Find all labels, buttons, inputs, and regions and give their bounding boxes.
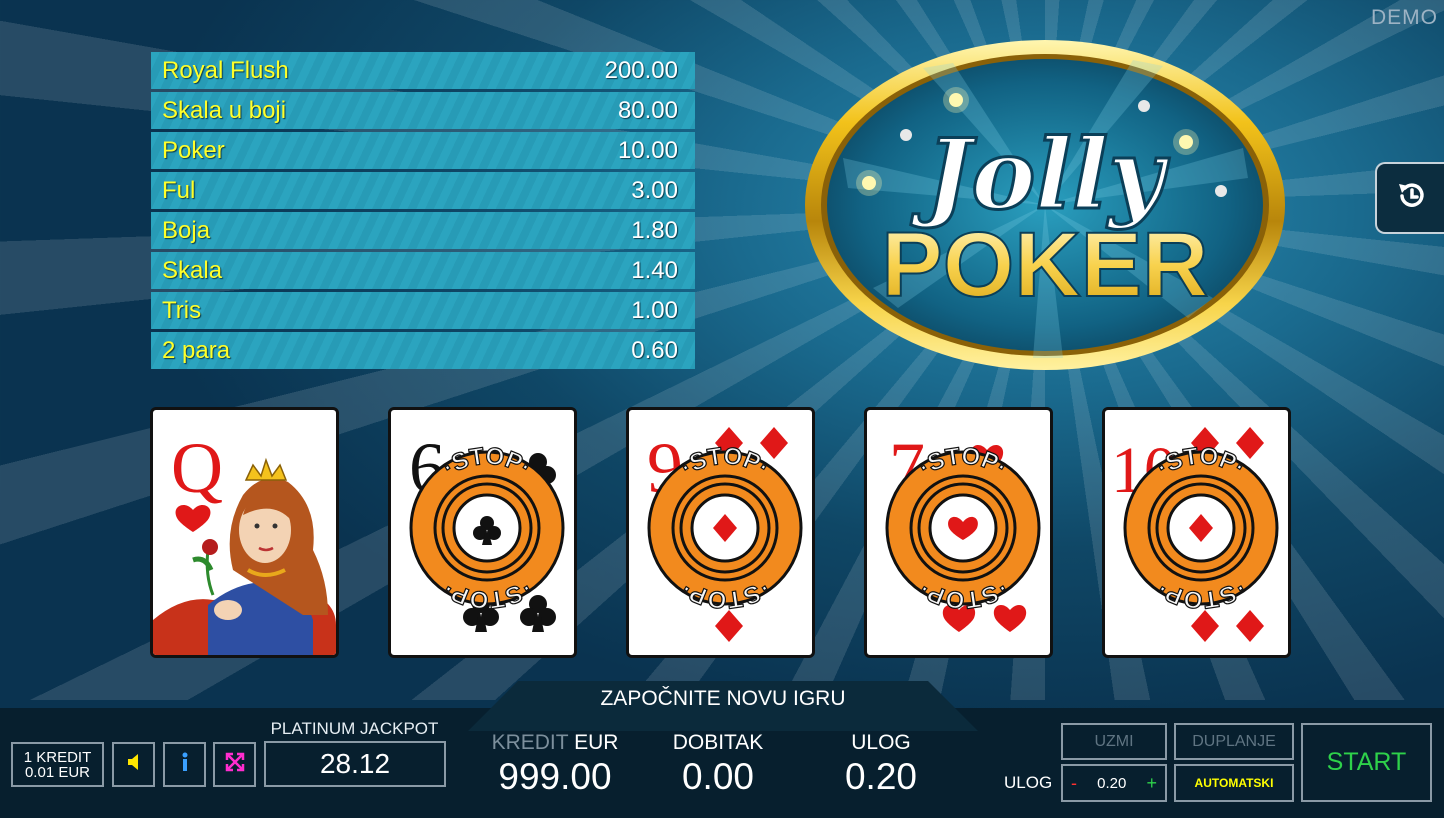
hand-name: Skala: [162, 256, 223, 284]
bet-stepper-label: ULOG: [1004, 773, 1053, 792]
hand-payout: 1.80: [631, 216, 678, 244]
paytable-row: Ful 3.00: [151, 172, 695, 209]
hand-payout: 80.00: [617, 96, 678, 124]
ulog-value: 0.20: [844, 756, 917, 797]
sound-button[interactable]: [112, 742, 155, 787]
info-button[interactable]: [163, 742, 206, 787]
duplanje-button[interactable]: DUPLANJE: [1174, 723, 1294, 760]
hand-name: Boja: [162, 216, 211, 244]
demo-label: DEMO: [1371, 6, 1438, 29]
uzmi-button[interactable]: UZMI: [1061, 723, 1167, 760]
ulog-label: ULOG: [851, 731, 911, 754]
hand-name: Skala u boji: [162, 96, 287, 124]
paytable-row: Poker 10.00: [151, 132, 695, 169]
paytable-row: Skala 1.40: [151, 252, 695, 289]
paytable-row: Skala u boji 80.00: [151, 92, 695, 129]
dobitak-label: DOBITAK: [672, 731, 764, 754]
kredit-currency: EUR: [574, 731, 619, 754]
jackpot-label: PLATINUM JACKPOT: [270, 719, 439, 738]
kredit-label: KREDIT EUR: [480, 731, 630, 755]
hand-name: Tris: [162, 296, 202, 324]
hand-payout: 1.00: [631, 296, 678, 324]
paytable-row: 2 para 0.60: [151, 332, 695, 369]
hand-name: Royal Flush: [162, 56, 289, 84]
autoplay-button[interactable]: AUTOMATSKI: [1174, 764, 1294, 802]
jolly-poker-logo: Jolly POKER: [803, 38, 1287, 372]
hand-payout: 3.00: [631, 176, 678, 204]
info-icon: [180, 752, 190, 777]
card-5[interactable]: 10 ·STOP· ·STOP·: [1102, 407, 1291, 658]
bet-increase-button[interactable]: +: [1146, 773, 1157, 794]
paytable-row: Royal Flush 200.00: [151, 52, 695, 89]
paytable: Royal Flush 200.00 Skala u boji 80.00 Poke…: [151, 52, 695, 372]
card-3[interactable]: 9 ·STOP· ·STOP·: [626, 407, 815, 658]
hand-name: Ful: [162, 176, 196, 204]
hand-payout: 1.40: [631, 256, 678, 284]
hand-payout: 200.00: [604, 56, 678, 84]
hand-payout: 0.60: [631, 336, 678, 364]
card-2[interactable]: 6 ·STOP· ·STOP·: [388, 407, 577, 658]
jackpot-value: 28.12: [264, 741, 446, 787]
credit-denomination[interactable]: 1 KREDIT 0.01 EUR: [11, 742, 104, 787]
expand-icon: [224, 751, 246, 778]
start-button[interactable]: START: [1301, 723, 1432, 802]
credit-line-2: 0.01 EUR: [24, 764, 91, 781]
card-1[interactable]: Q: [150, 407, 339, 658]
speaker-icon: [126, 753, 142, 776]
hand-name: Poker: [162, 136, 225, 164]
bet-decrease-button[interactable]: -: [1071, 773, 1077, 794]
card-4[interactable]: 7 ·STOP· ·STOP·: [864, 407, 1053, 658]
hand-payout: 10.00: [617, 136, 678, 164]
card-rank: Q: [171, 428, 223, 508]
paytable-row: Boja 1.80: [151, 212, 695, 249]
paytable-row: Tris 1.00: [151, 292, 695, 329]
kredit-value: 999.00: [498, 756, 612, 797]
fullscreen-button[interactable]: [213, 742, 256, 787]
game-message: ZAPOČNITE NOVU IGRU: [600, 687, 846, 710]
bet-stepper-value: 0.20: [1097, 774, 1127, 792]
kredit-label-text: KREDIT: [491, 731, 569, 754]
credit-line-1: 1 KREDIT: [23, 749, 92, 766]
dobitak-value: 0.00: [681, 756, 754, 797]
bet-stepper[interactable]: - 0.20 +: [1061, 764, 1167, 802]
history-button[interactable]: [1375, 162, 1444, 234]
hand-name: 2 para: [162, 336, 231, 364]
logo-poker-text: POKER: [881, 214, 1208, 316]
history-icon: [1395, 179, 1429, 218]
